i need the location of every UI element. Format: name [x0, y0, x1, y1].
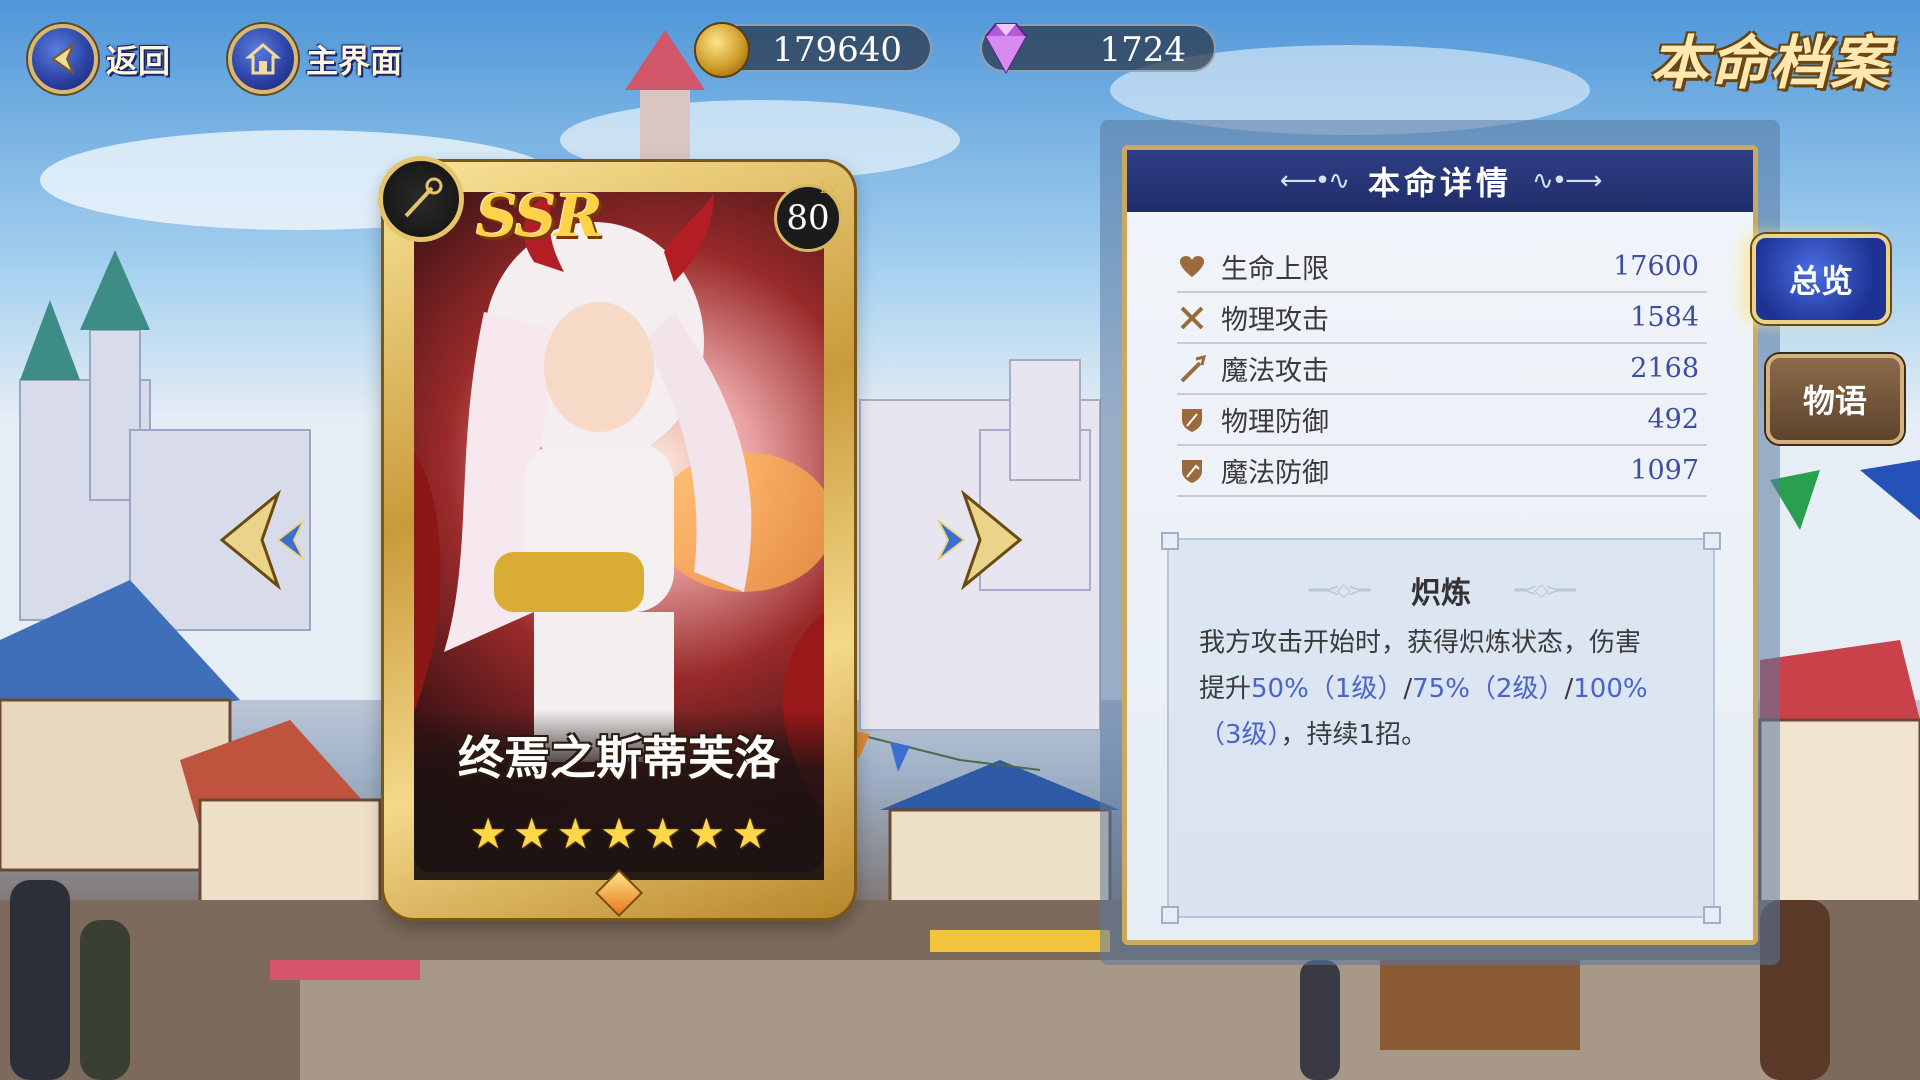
star-icon: ★ [731, 809, 769, 858]
stat-value: 2168 [1630, 353, 1699, 384]
magic-shield-icon [1177, 456, 1207, 486]
level-tag: Lv [819, 181, 837, 197]
gold-amount: 179640 [772, 30, 902, 70]
skill-separator: / [1564, 674, 1574, 704]
flourish-icon: ∿•⟶ [1532, 166, 1602, 196]
corner-ornament [1703, 532, 1721, 550]
skill-desc-text: 提升 [1199, 674, 1252, 704]
page-title: 本命档案 [1649, 29, 1890, 97]
diamond-icon [984, 23, 1028, 75]
stat-label: 物理防御 [1221, 407, 1329, 438]
panel-title: 本命详情 [1367, 164, 1512, 202]
next-arrow-button[interactable] [934, 490, 1024, 590]
star-icon: ★ [600, 809, 638, 858]
stat-value: 492 [1647, 404, 1699, 435]
star-rating: ★ ★ ★ ★ ★ ★ ★ [414, 812, 824, 856]
tab-overview-label: 总览 [1788, 262, 1853, 300]
corner-ornament [1161, 906, 1179, 924]
gem-amount: 1724 [1099, 30, 1186, 70]
tab-story[interactable]: 物语 [1766, 354, 1904, 444]
corner-ornament [1161, 532, 1179, 550]
gold-counter: 179640 [694, 22, 932, 78]
star-icon: ★ [687, 809, 726, 858]
sword-icon [1177, 303, 1207, 333]
previous-arrow-button[interactable] [218, 490, 308, 590]
home-label: 主界面 [306, 42, 403, 80]
back-label: 返回 [106, 42, 171, 80]
stat-row-physical-attack: 物理攻击 1584 [1177, 293, 1707, 344]
skill-level-3-label: （3级） [1199, 720, 1281, 750]
star-icon: ★ [556, 809, 595, 858]
star-icon: ★ [512, 809, 551, 858]
stat-list: 生命上限 17600 物理攻击 1584 魔法攻击 2168 物理防御 492 [1177, 242, 1707, 497]
hero-card: SSR Lv 80 终焉之斯蒂芙洛 ★ ★ ★ ★ ★ ★ ★ [378, 156, 854, 918]
home-button[interactable]: 主界面 [228, 22, 402, 96]
hero-name: 终焉之斯蒂芙洛 [458, 731, 780, 785]
tab-story-label: 物语 [1802, 382, 1867, 420]
stat-label: 生命上限 [1221, 254, 1329, 285]
skill-level-2-value: 75%（2级） [1412, 674, 1565, 704]
stat-label: 魔法攻击 [1221, 356, 1329, 387]
skill-level-1-value: 50%（1级） [1251, 674, 1404, 704]
star-icon: ★ [643, 809, 682, 858]
skill-description: 我方攻击开始时，获得炽炼状态，伤害 提升50%（1级）/75%（2级）/100%… [1199, 620, 1689, 758]
level-badge: Lv 80 [774, 181, 842, 252]
corner-ornament [1703, 906, 1721, 924]
flourish-icon: ⟵•∿ [1279, 166, 1350, 196]
stat-row-hp: 生命上限 17600 [1177, 242, 1707, 293]
detail-panel: ⟵•∿ 本命详情 ∿•⟶ 生命上限 17600 物理攻击 1584 魔法攻击 2… [1122, 145, 1758, 945]
stat-row-magic-attack: 魔法攻击 2168 [1177, 344, 1707, 395]
skill-level-3-value: 100% [1573, 674, 1648, 704]
skill-name: 炽炼 [1411, 576, 1471, 611]
stat-row-physical-defense: 物理防御 492 [1177, 395, 1707, 446]
skill-desc-text: ，持续1招。 [1280, 720, 1428, 750]
stat-value: 1584 [1630, 302, 1699, 333]
star-icon: ★ [469, 809, 507, 858]
gold-coin-icon [694, 22, 750, 78]
panel-header: ⟵•∿ 本命详情 ∿•⟶ [1127, 150, 1753, 212]
staff-icon [1177, 354, 1207, 384]
stat-value: 1097 [1630, 455, 1699, 486]
gem-counter: 1724 [980, 23, 1216, 75]
back-arrow-icon [28, 24, 98, 94]
home-icon [228, 24, 298, 94]
stat-label: 魔法防御 [1221, 458, 1329, 489]
mage-staff-icon [378, 156, 464, 242]
skill-box: ━━<◇>━ ━<◇>━━ 炽炼 我方攻击开始时，获得炽炼状态，伤害 提升50%… [1161, 532, 1721, 924]
stat-row-magic-defense: 魔法防御 1097 [1177, 446, 1707, 497]
skill-desc-text: 我方攻击开始时，获得炽炼状态，伤害 [1199, 628, 1642, 658]
stat-value: 17600 [1613, 251, 1699, 282]
skill-separator: / [1403, 674, 1413, 704]
back-button[interactable]: 返回 [28, 22, 170, 96]
heart-icon [1177, 252, 1207, 282]
rarity-label: SSR [476, 182, 603, 250]
stat-label: 物理攻击 [1221, 305, 1329, 336]
tab-overview[interactable]: 总览 [1752, 234, 1890, 324]
shield-icon [1177, 405, 1207, 435]
